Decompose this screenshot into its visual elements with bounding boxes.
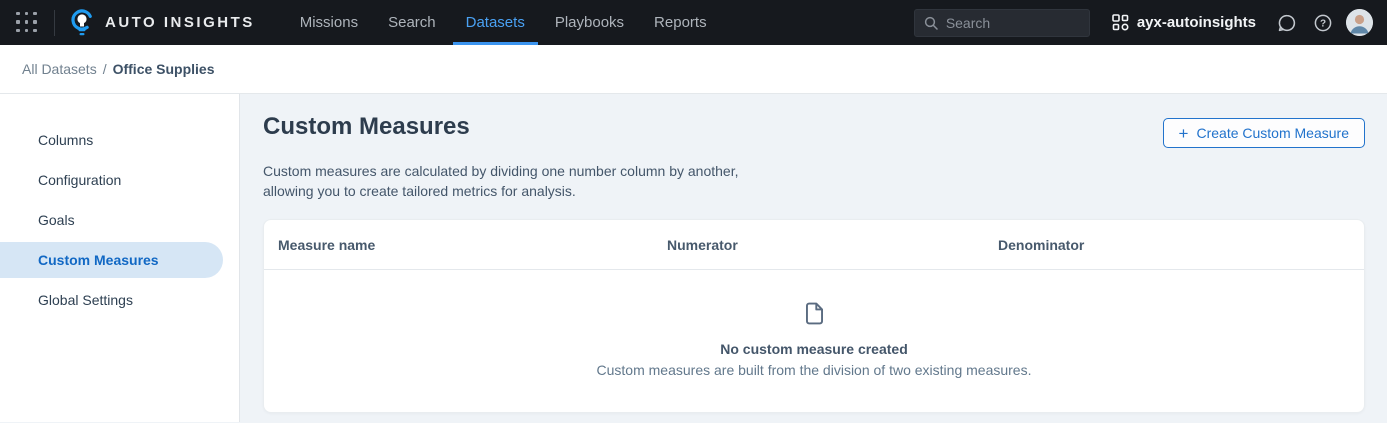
column-header-numerator: Numerator: [667, 237, 998, 253]
plus-icon: +: [1179, 125, 1189, 142]
topbar-divider: [54, 10, 55, 36]
avatar[interactable]: [1346, 9, 1373, 36]
nav-item-playbooks[interactable]: Playbooks: [542, 0, 637, 45]
column-header-measure-name: Measure name: [278, 237, 667, 253]
document-icon: [801, 300, 828, 327]
search-input[interactable]: [946, 15, 1080, 31]
table-header-row: Measure name Numerator Denominator: [264, 220, 1364, 270]
empty-state-subtitle: Custom measures are built from the divis…: [597, 362, 1032, 378]
breadcrumb: All Datasets / Office Supplies: [0, 45, 1387, 94]
lightbulb-logo: [69, 8, 95, 38]
chat-icon[interactable]: [1274, 10, 1300, 36]
nav-item-datasets[interactable]: Datasets: [453, 0, 538, 45]
settings-sidebar: Columns Configuration Goals Custom Measu…: [0, 94, 240, 422]
help-icon[interactable]: ?: [1310, 10, 1336, 36]
create-custom-measure-label: Create Custom Measure: [1196, 125, 1349, 141]
workspace-grid-icon: [1112, 14, 1129, 31]
sidebar-item-columns[interactable]: Columns: [0, 120, 223, 160]
top-navigation-bar: AUTO INSIGHTS Missions Search Datasets P…: [0, 0, 1387, 45]
empty-state: No custom measure created Custom measure…: [264, 270, 1364, 413]
page-description: Custom measures are calculated by dividi…: [263, 161, 788, 201]
workspace-switcher[interactable]: ayx-autoinsights: [1112, 14, 1256, 31]
custom-measures-table: Measure name Numerator Denominator No cu…: [263, 219, 1365, 413]
nav-item-missions[interactable]: Missions: [287, 0, 371, 45]
global-search-box[interactable]: [914, 9, 1090, 37]
primary-nav: Missions Search Datasets Playbooks Repor…: [287, 0, 720, 45]
empty-state-title: No custom measure created: [720, 341, 908, 357]
breadcrumb-current: Office Supplies: [113, 61, 215, 77]
nav-item-reports[interactable]: Reports: [641, 0, 720, 45]
sidebar-item-custom-measures[interactable]: Custom Measures: [0, 242, 223, 278]
svg-text:?: ?: [1320, 18, 1326, 29]
custom-measures-panel: Custom Measures + Create Custom Measure …: [240, 94, 1387, 422]
sidebar-item-global-settings[interactable]: Global Settings: [0, 280, 223, 320]
breadcrumb-separator: /: [103, 61, 107, 77]
column-header-denominator: Denominator: [998, 237, 1364, 253]
breadcrumb-all-datasets[interactable]: All Datasets: [22, 61, 97, 77]
workspace-name: ayx-autoinsights: [1137, 14, 1256, 31]
app-launcher-icon[interactable]: [16, 12, 38, 34]
create-custom-measure-button[interactable]: + Create Custom Measure: [1163, 118, 1365, 148]
sidebar-item-configuration[interactable]: Configuration: [0, 160, 223, 200]
nav-item-search[interactable]: Search: [375, 0, 449, 45]
brand-title: AUTO INSIGHTS: [105, 14, 255, 31]
sidebar-item-goals[interactable]: Goals: [0, 200, 223, 240]
search-icon: [924, 16, 938, 30]
page-title: Custom Measures: [263, 114, 470, 140]
